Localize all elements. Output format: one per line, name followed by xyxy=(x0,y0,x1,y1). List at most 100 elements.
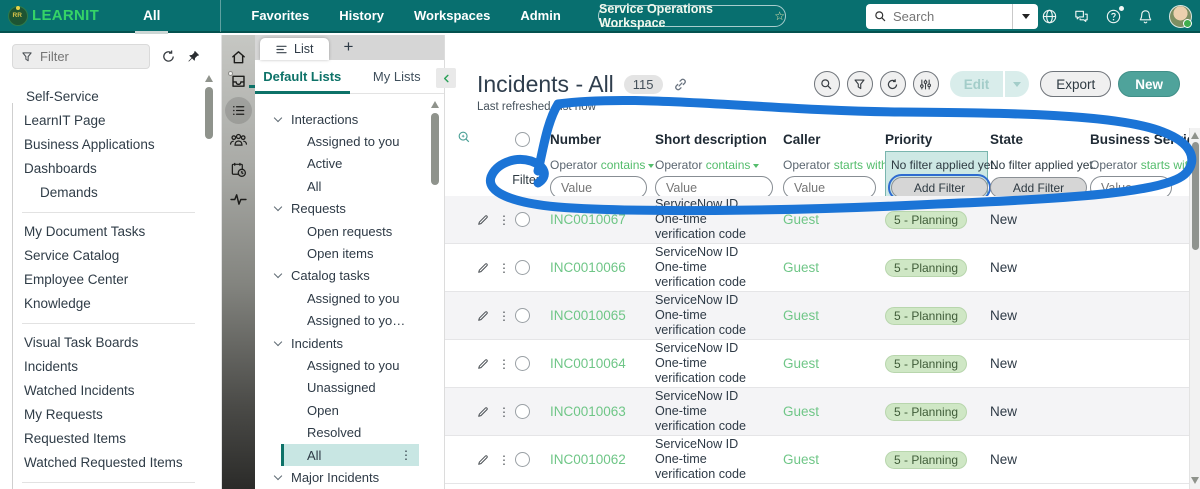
export-button[interactable]: Export xyxy=(1040,71,1112,97)
learnit-logo[interactable]: LEARNIT xyxy=(0,5,99,26)
scroll-up-arrow[interactable] xyxy=(1191,132,1199,139)
edit-row-icon[interactable] xyxy=(477,214,493,226)
search-scope-dropdown[interactable] xyxy=(1012,4,1038,29)
sidebar-item-dashboards[interactable]: Dashboards xyxy=(0,157,221,181)
row-kebab-icon[interactable]: ⋮ xyxy=(498,405,510,419)
tree-item-all-selected[interactable]: All ⋮ xyxy=(281,443,419,467)
tree-item[interactable]: Open items xyxy=(255,242,444,264)
sidebar-item-watched-requested-items[interactable]: Watched Requested Items xyxy=(0,451,221,475)
sidebar-item-service-catalog[interactable]: Service Catalog xyxy=(0,244,221,268)
nav-all-menu[interactable]: All xyxy=(135,0,169,34)
row-kebab-icon[interactable]: ⋮ xyxy=(498,213,510,227)
row-checkbox[interactable] xyxy=(515,212,530,227)
row-checkbox[interactable] xyxy=(515,260,530,275)
caller-link[interactable]: Guest xyxy=(783,308,885,323)
table-row[interactable]: ⋮ INC0010063 ServiceNow ID One-time veri… xyxy=(445,388,1189,436)
list-insights-icon[interactable] xyxy=(445,130,471,149)
operator-dropdown[interactable]: contains xyxy=(601,158,646,172)
filter-value-input-business-service[interactable] xyxy=(1101,180,1161,195)
tree-item[interactable]: Open requests xyxy=(255,220,444,242)
menu-admin[interactable]: Admin xyxy=(520,8,560,23)
globe-icon[interactable] xyxy=(1041,8,1058,25)
edit-row-icon[interactable] xyxy=(477,406,493,418)
sidebar-item-watched-incidents[interactable]: Watched Incidents xyxy=(0,379,221,403)
tab-list[interactable]: List xyxy=(260,38,330,60)
tree-scrollbar[interactable] xyxy=(431,101,440,185)
filter-value-input-short-description[interactable] xyxy=(666,180,762,195)
column-header-short-description[interactable]: Short description xyxy=(655,132,783,147)
tree-item[interactable]: Assigned to yo… xyxy=(255,310,444,332)
chevron-down-icon[interactable] xyxy=(273,203,283,212)
sidebar-item-demands[interactable]: Demands xyxy=(0,181,221,205)
caller-link[interactable]: Guest xyxy=(783,452,885,467)
list-icon-active[interactable] xyxy=(225,97,252,124)
table-row[interactable]: ⋮ INC0010066 ServiceNow ID One-time veri… xyxy=(445,244,1189,292)
row-kebab-icon[interactable]: ⋮ xyxy=(498,453,510,467)
column-header-number[interactable]: Number xyxy=(550,132,655,147)
tree-group-catalog-tasks[interactable]: Catalog tasks xyxy=(255,265,444,287)
incident-number-link[interactable]: INC0010066 xyxy=(550,260,655,275)
pin-icon[interactable] xyxy=(187,50,200,63)
tree-item[interactable]: Active xyxy=(255,153,444,175)
tree-item[interactable]: All xyxy=(255,175,444,197)
table-row[interactable]: ⋮ INC0010065 ServiceNow ID One-time veri… xyxy=(445,292,1189,340)
tree-group-requests[interactable]: Requests xyxy=(255,198,444,220)
new-button[interactable]: New xyxy=(1118,71,1180,97)
incident-number-link[interactable]: INC0010062 xyxy=(550,452,655,467)
filter-value-input-number[interactable] xyxy=(561,180,636,195)
scrollbar-thumb[interactable] xyxy=(205,87,213,139)
sidebar-scrollbar[interactable] xyxy=(205,75,214,139)
row-checkbox[interactable] xyxy=(515,308,530,323)
sidebar-filter-field[interactable] xyxy=(40,49,130,64)
tree-item[interactable]: Assigned to you xyxy=(255,130,444,152)
list-settings-button[interactable] xyxy=(912,71,939,97)
list-search-button[interactable] xyxy=(813,71,840,97)
inbox-icon[interactable] xyxy=(222,69,255,93)
scrollbar-thumb[interactable] xyxy=(1191,142,1199,250)
tree-item[interactable]: Assigned to you xyxy=(255,287,444,309)
new-tab-button[interactable]: + xyxy=(343,38,353,57)
incident-number-link[interactable]: INC0010065 xyxy=(550,308,655,323)
tree-group-interactions[interactable]: Interactions xyxy=(255,108,444,130)
incident-number-link[interactable]: INC0010064 xyxy=(550,356,655,371)
chevron-down-icon[interactable] xyxy=(273,113,283,122)
operator-dropdown[interactable]: starts with xyxy=(1141,158,1195,172)
column-header-business-service[interactable]: Business Service xyxy=(1090,132,1200,147)
caller-link[interactable]: Guest xyxy=(783,260,885,275)
tree-item[interactable]: Open xyxy=(255,399,444,421)
incident-number-link[interactable]: INC0010063 xyxy=(550,404,655,419)
operator-dropdown[interactable]: starts with xyxy=(834,158,888,172)
chevron-down-icon[interactable] xyxy=(273,471,283,481)
search-input[interactable] xyxy=(893,9,1012,24)
tree-group-major-incidents[interactable]: Major Incidents xyxy=(255,466,444,488)
caller-link[interactable]: Guest xyxy=(783,212,885,227)
sidebar-item-incidents[interactable]: Incidents xyxy=(0,355,221,379)
bell-icon[interactable] xyxy=(1137,8,1154,25)
table-row[interactable]: ⋮ INC0010064 ServiceNow ID One-time veri… xyxy=(445,340,1189,388)
user-avatar[interactable] xyxy=(1169,5,1192,28)
workspace-pill[interactable]: Service Operations Workspace ☆ xyxy=(598,2,786,30)
table-row[interactable]: ⋮ INC0010067 ServiceNow ID One-time veri… xyxy=(445,196,1189,244)
column-header-state[interactable]: State xyxy=(990,132,1090,147)
incident-number-link[interactable]: INC0010067 xyxy=(550,212,655,227)
star-icon[interactable]: ☆ xyxy=(774,9,785,23)
row-kebab-icon[interactable]: ⋮ xyxy=(498,357,510,371)
caller-link[interactable]: Guest xyxy=(783,356,885,371)
menu-favorites[interactable]: Favorites xyxy=(251,8,309,23)
select-all-checkbox[interactable] xyxy=(515,131,530,147)
edit-row-icon[interactable] xyxy=(477,262,493,274)
row-checkbox[interactable] xyxy=(515,404,530,419)
tab-my-lists[interactable]: My Lists xyxy=(350,69,445,84)
table-row[interactable]: ⋮ INC0010062 ServiceNow ID One-time veri… xyxy=(445,436,1189,484)
scroll-down-arrow[interactable] xyxy=(1191,477,1199,484)
edit-row-icon[interactable] xyxy=(477,358,493,370)
add-filter-button-state[interactable]: Add Filter xyxy=(990,177,1087,198)
chat-icon[interactable] xyxy=(1073,8,1090,25)
sidebar-item-my-requests[interactable]: My Requests xyxy=(0,403,221,427)
tree-group-incidents[interactable]: Incidents xyxy=(255,332,444,354)
groups-icon[interactable] xyxy=(222,127,255,151)
menu-workspaces[interactable]: Workspaces xyxy=(414,8,490,23)
edit-row-icon[interactable] xyxy=(477,310,493,322)
calendar-clock-icon[interactable] xyxy=(222,157,255,181)
chevron-down-icon[interactable] xyxy=(273,337,283,346)
